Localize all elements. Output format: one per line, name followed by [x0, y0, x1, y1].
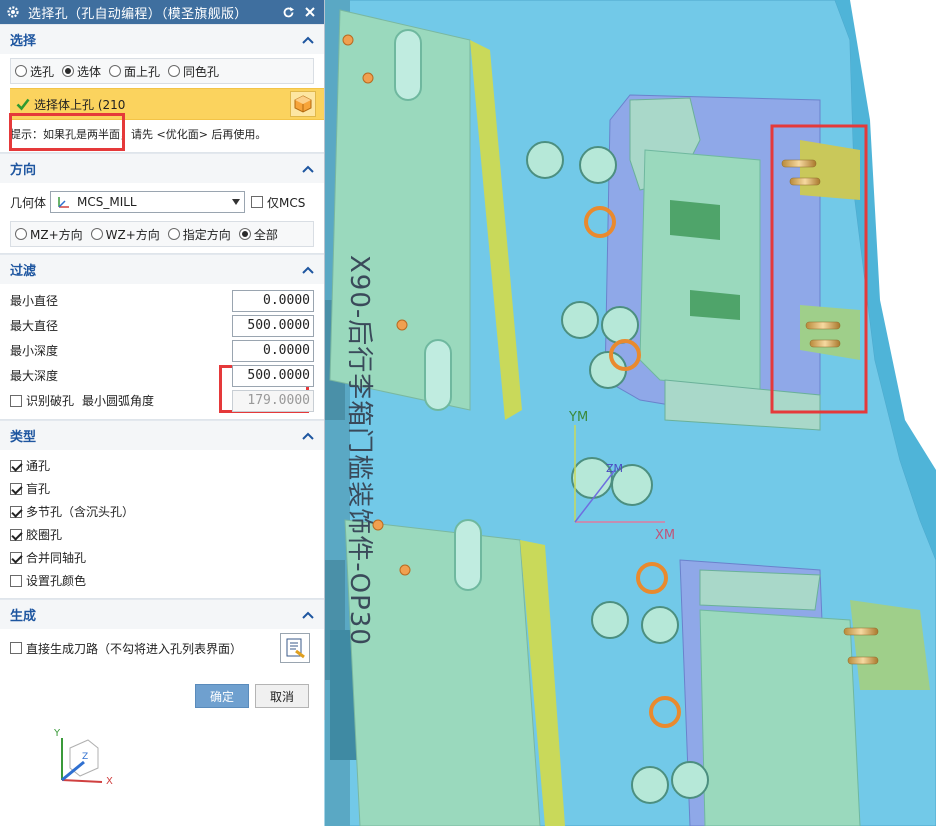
radio-face-hole[interactable]: 面上孔 [109, 63, 160, 80]
geometry-value: MCS_MILL [77, 195, 137, 209]
direct-toolpath-checkbox[interactable]: 直接生成刀路（不勾将进入孔列表界面） [10, 637, 280, 660]
filter-section-header[interactable]: 过滤 [0, 254, 324, 284]
chevron-up-icon[interactable] [302, 611, 314, 619]
dialog-titlebar[interactable]: 选择孔（孔自动编程）（模圣旗舰版） [0, 0, 324, 24]
min-arc-angle-label: 最小圆弧角度 [82, 394, 155, 408]
part-engraving-text: X90-后行李箱门槛装饰件-OP30 [344, 255, 374, 646]
direction-section-title: 方向 [10, 163, 37, 178]
gear-icon[interactable] [6, 5, 20, 19]
multi-step-hole-checkbox[interactable]: 多节孔（含沉头孔） [10, 500, 314, 523]
select-hint-text: 提示：如果孔是两半面，请先 <优化面> 后再使用。 [10, 128, 267, 141]
hole-list-button[interactable] [280, 633, 310, 663]
ok-button[interactable]: 确定 [195, 684, 249, 708]
generate-section-header[interactable]: 生成 [0, 599, 324, 629]
hole-list-icon [286, 638, 305, 659]
min-arc-angle-input: 179.0000 [232, 389, 314, 412]
dialog-footer: 确定 取消 [0, 684, 325, 708]
min-depth-label: 最小深度 [10, 344, 59, 358]
max-depth-label: 最大深度 [10, 369, 59, 383]
dialog-title: 选择孔（孔自动编程）（模圣旗舰版） [28, 6, 248, 22]
filter-section-title: 过滤 [10, 264, 37, 279]
cancel-button[interactable]: 取消 [255, 684, 309, 708]
type-section-header[interactable]: 类型 [0, 420, 324, 450]
select-hole-dialog: 选择孔（孔自动编程）（模圣旗舰版） 选择 选孔 选体 面上孔 同色孔 选择体上孔… [0, 0, 325, 720]
broken-hole-checkbox[interactable]: 识别破孔 最小圆弧角度 [10, 392, 232, 409]
direction-radio-group: MZ+方向 WZ+方向 指定方向 全部 [10, 221, 314, 247]
merge-coaxial-checkbox[interactable]: 合并同轴孔 [10, 546, 314, 569]
triad-x-label: X [106, 776, 113, 787]
triad-y-label: Y [54, 728, 61, 739]
set-hole-color-checkbox[interactable]: 设置孔颜色 [10, 569, 314, 592]
max-diameter-label: 最大直径 [10, 319, 59, 333]
green-check-icon [16, 98, 30, 111]
radio-select-body[interactable]: 选体 [62, 63, 101, 80]
chevron-up-icon[interactable] [302, 266, 314, 274]
geometry-label: 几何体 [10, 195, 47, 210]
min-diameter-input[interactable]: 0.0000 [232, 289, 314, 312]
close-icon[interactable] [302, 4, 318, 20]
view-triad[interactable]: Y X Z [40, 728, 120, 798]
radio-mz-direction[interactable]: MZ+方向 [15, 226, 83, 243]
select-mode-radio-group: 选孔 选体 面上孔 同色孔 [10, 58, 314, 84]
select-section-header[interactable]: 选择 [0, 24, 324, 54]
triad-z-label: Z [82, 752, 89, 762]
blind-hole-checkbox[interactable]: 盲孔 [10, 477, 314, 500]
radio-wz-direction[interactable]: WZ+方向 [90, 226, 160, 243]
through-hole-checkbox[interactable]: 通孔 [10, 454, 314, 477]
type-section: 类型 通孔 盲孔 多节孔（含沉头孔） 胶圈孔 合并同轴孔 设置孔颜色 [0, 420, 324, 599]
radio-select-hole[interactable]: 选孔 [15, 63, 54, 80]
cube-icon [294, 95, 312, 113]
chevron-up-icon[interactable] [302, 432, 314, 440]
reset-icon[interactable] [280, 4, 296, 20]
axis-label-xm: XM [655, 528, 676, 543]
radio-same-color-hole[interactable]: 同色孔 [168, 63, 219, 80]
generate-section: 生成 直接生成刀路（不勾将进入孔列表界面） [0, 599, 324, 669]
radio-all-directions[interactable]: 全部 [238, 226, 278, 243]
geometry-dropdown[interactable]: MCS_MILL [50, 191, 245, 213]
generate-section-title: 生成 [10, 609, 37, 624]
select-body-row[interactable]: 选择体上孔 (210 [10, 88, 324, 120]
select-section-title: 选择 [10, 34, 37, 49]
select-body-label: 选择体上孔 (210 [34, 97, 126, 112]
radio-specify-direction[interactable]: 指定方向 [167, 226, 231, 243]
mcs-icon [58, 197, 69, 208]
chevron-up-icon[interactable] [302, 36, 314, 44]
min-diameter-label: 最小直径 [10, 294, 59, 308]
chevron-up-icon[interactable] [302, 165, 314, 173]
filter-section: 过滤 最小直径 0.0000 最大直径 500.0000 最小深度 0.0000 最大… [0, 254, 324, 420]
axis-label-zm: ZM [606, 462, 624, 475]
max-diameter-input[interactable]: 500.0000 [232, 314, 314, 337]
o-ring-hole-checkbox[interactable]: 胶圈孔 [10, 523, 314, 546]
max-depth-input[interactable]: 500.0000 [232, 364, 314, 387]
direction-section-header[interactable]: 方向 [0, 153, 324, 183]
axis-label-ym: YM [569, 410, 589, 425]
type-section-title: 类型 [10, 430, 37, 445]
only-mcs-checkbox[interactable]: 仅MCS [251, 194, 305, 211]
direction-section: 方向 几何体 MCS_MILL 仅MCS MZ+方向 WZ+方向 指定方向 全部 [0, 153, 324, 413]
min-depth-input[interactable]: 0.0000 [232, 339, 314, 362]
chevron-down-icon [232, 199, 240, 205]
select-body-button[interactable] [290, 91, 316, 117]
select-section: 选择 选孔 选体 面上孔 同色孔 选择体上孔 (210 提示：如果孔是两半面，请… [0, 24, 324, 153]
